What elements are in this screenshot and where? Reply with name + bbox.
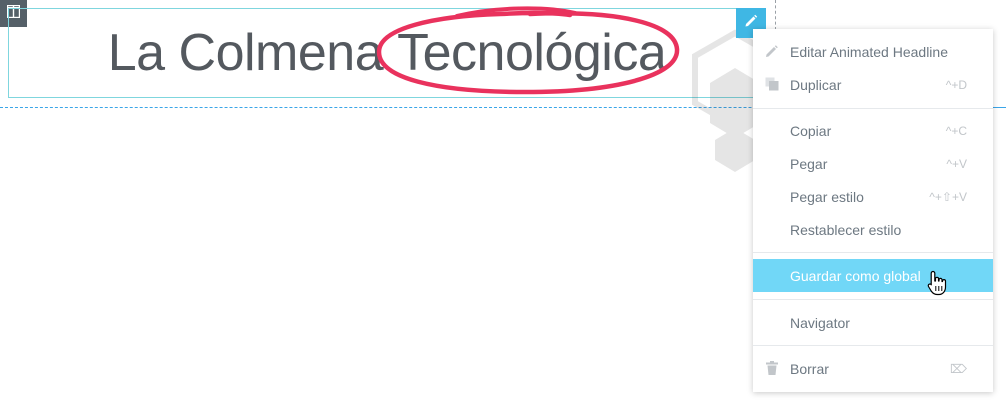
menu-item-label: Editar Animated Headline bbox=[790, 43, 948, 60]
menu-separator bbox=[753, 252, 993, 253]
menu-item-label: Guardar como global bbox=[790, 267, 921, 284]
pencil-icon bbox=[765, 44, 779, 58]
headline-text: La Colmena bbox=[107, 24, 384, 82]
shortcut: ⌦ bbox=[950, 361, 967, 376]
copy-icon bbox=[765, 77, 779, 91]
trash-icon bbox=[765, 361, 779, 375]
menu-separator bbox=[753, 299, 993, 300]
menu-item-guardar-como-global[interactable]: Guardar como global bbox=[753, 259, 993, 292]
menu-item-restablecer-estilo[interactable]: Restablecer estilo bbox=[753, 213, 993, 246]
menu-item-pegar-estilo[interactable]: Pegar estilo ^+⇧+V bbox=[753, 180, 993, 213]
menu-item-label: Restablecer estilo bbox=[790, 221, 902, 238]
shortcut: ^+C bbox=[945, 123, 967, 138]
highlight-circle bbox=[376, 6, 680, 95]
menu-item-label: Copiar bbox=[790, 122, 832, 139]
menu-item-label: Navigator bbox=[790, 314, 850, 331]
shortcut: ^+V bbox=[946, 156, 967, 171]
menu-item-label: Borrar bbox=[790, 360, 829, 377]
menu-item-borrar[interactable]: Borrar ⌦ bbox=[753, 352, 993, 385]
hand-cursor-icon bbox=[927, 270, 947, 301]
menu-item-navigator[interactable]: Navigator bbox=[753, 306, 993, 339]
menu-item-pegar[interactable]: Pegar ^+V bbox=[753, 147, 993, 180]
shortcut: ^+⇧+V bbox=[929, 189, 967, 204]
context-menu: Editar Animated Headline Duplicar ^+D Co… bbox=[753, 29, 993, 392]
column-divider bbox=[775, 0, 776, 30]
menu-item-label: Duplicar bbox=[790, 76, 842, 93]
menu-item-copiar[interactable]: Copiar ^+C bbox=[753, 114, 993, 147]
menu-item-label: Pegar estilo bbox=[790, 188, 864, 205]
shortcut: ^+D bbox=[945, 77, 967, 92]
menu-separator bbox=[753, 345, 993, 346]
menu-separator bbox=[753, 108, 993, 109]
menu-item-editar[interactable]: Editar Animated Headline bbox=[753, 35, 993, 68]
menu-item-label: Pegar bbox=[790, 155, 828, 172]
menu-item-duplicar[interactable]: Duplicar ^+D bbox=[753, 68, 993, 101]
